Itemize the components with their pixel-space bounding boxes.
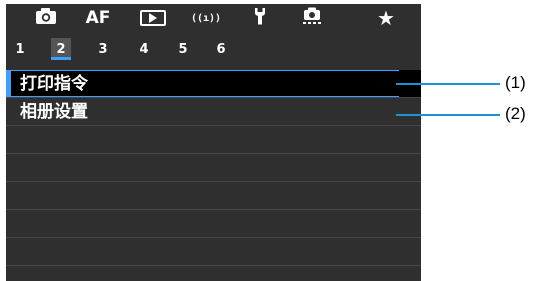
camera-menu-screen: AF ((ı)) ★ 1 2 3 4 5 6 打印指令 相册设置: [6, 4, 421, 281]
wrench-icon: [254, 7, 266, 29]
sub-tab-bar: 1 2 3 4 5 6: [6, 34, 421, 62]
tab-custom-functions[interactable]: [290, 6, 334, 30]
sub-tab-5-label: 5: [178, 41, 188, 57]
menu-list: 打印指令 相册设置: [6, 70, 421, 266]
menu-empty-row: [6, 182, 421, 210]
menu-item-label: 相册设置: [20, 102, 88, 122]
sub-tab-2[interactable]: 2: [51, 38, 71, 60]
custom-functions-icon: [301, 7, 323, 29]
callout-label-2: (2): [505, 104, 526, 123]
sub-tab-1-label: 1: [15, 41, 25, 57]
star-icon: ★: [377, 6, 395, 30]
tab-playback[interactable]: [131, 6, 175, 30]
top-tab-bar: AF ((ı)) ★: [6, 4, 421, 32]
selection-bar: [6, 70, 11, 97]
menu-empty-row: [6, 210, 421, 238]
sub-tab-3[interactable]: 3: [93, 38, 113, 60]
tab-setup[interactable]: [238, 6, 282, 30]
active-sub-tab-indicator: [51, 57, 71, 60]
tab-af-label: AF: [85, 8, 111, 28]
callout-line-2: [396, 114, 500, 116]
menu-item-label: 打印指令: [20, 74, 88, 94]
menu-item-album-settings[interactable]: 相册设置: [6, 98, 421, 126]
sub-tab-5[interactable]: 5: [173, 38, 193, 60]
camera-icon: [35, 7, 57, 29]
sub-tab-6-label: 6: [216, 41, 226, 57]
menu-empty-row: [6, 126, 421, 154]
tab-af[interactable]: AF: [76, 6, 120, 30]
sub-tab-3-label: 3: [98, 41, 108, 57]
sub-tab-4[interactable]: 4: [134, 38, 154, 60]
menu-item-print-order[interactable]: 打印指令: [6, 70, 421, 98]
sub-tab-6[interactable]: 6: [211, 38, 231, 60]
menu-empty-row: [6, 238, 421, 266]
playback-icon: [140, 10, 166, 26]
tab-shooting[interactable]: [24, 6, 68, 30]
tab-my-menu[interactable]: ★: [364, 6, 408, 30]
menu-empty-row: [6, 154, 421, 182]
callout-line-1: [396, 83, 500, 85]
wireless-icon: ((ı)): [190, 12, 222, 24]
tab-wireless[interactable]: ((ı)): [184, 6, 228, 30]
callout-label-1: (1): [505, 73, 526, 92]
sub-tab-4-label: 4: [139, 41, 149, 57]
selection-outline-bottom: [6, 96, 399, 97]
selection-outline-top: [6, 70, 399, 71]
sub-tab-1[interactable]: 1: [10, 38, 30, 60]
sub-tab-2-label: 2: [56, 41, 66, 57]
